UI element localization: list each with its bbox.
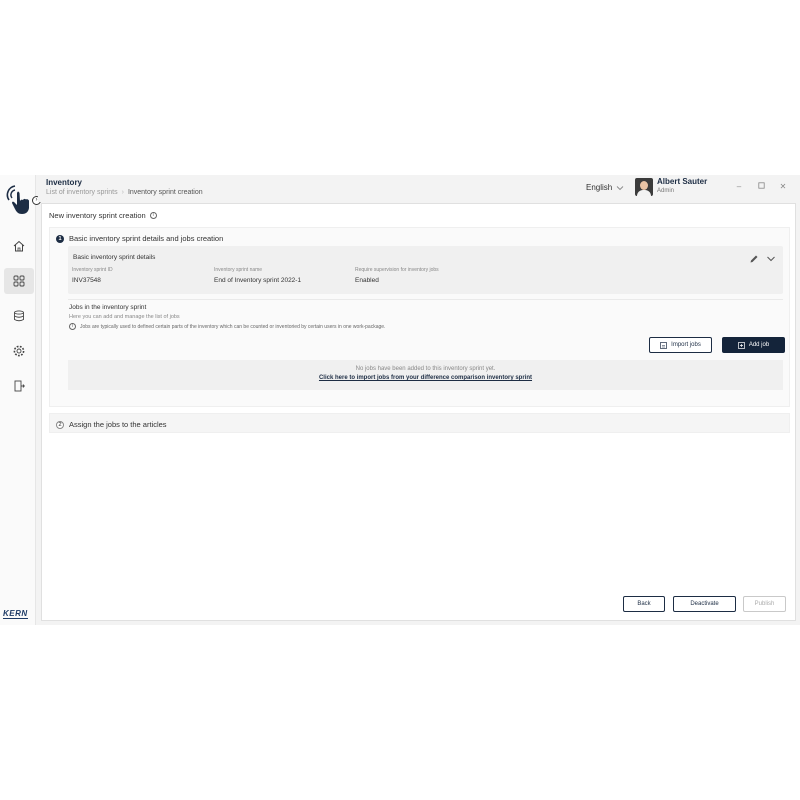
logout-icon [14, 380, 25, 392]
page-title: New inventory sprint creation i [49, 211, 157, 220]
chevron-right-icon: › [121, 189, 124, 196]
header: Inventory List of inventory sprints › In… [38, 175, 800, 202]
user-name: Albert Sauter [657, 177, 708, 186]
maximize-icon[interactable] [756, 182, 766, 192]
jobs-subtitle: Here you can add and manage the list of … [69, 314, 180, 320]
breadcrumb-item-current: Inventory sprint creation [127, 189, 203, 196]
app-window: › KERN Inventory List of inventory sprin… [0, 175, 800, 625]
sidebar-item-dashboard[interactable] [4, 268, 34, 294]
step-1-section: 1 Basic inventory sprint details and job… [49, 227, 790, 407]
database-icon [14, 310, 24, 322]
avatar[interactable] [635, 178, 653, 196]
step-1-number: 1 [56, 234, 64, 243]
jobs-title: Jobs in the inventory sprint [69, 304, 147, 311]
breadcrumb-item-list[interactable]: List of inventory sprints [46, 189, 118, 196]
step-2-header[interactable]: 2 Assign the jobs to the articles [56, 420, 167, 429]
sidebar-item-logout[interactable] [4, 373, 34, 399]
kern-logo: KERN [3, 609, 28, 619]
sidebar: › KERN [0, 175, 41, 625]
deactivate-button[interactable]: Deactivate [673, 596, 736, 612]
gear-icon [13, 345, 25, 357]
jobs-note: i Jobs are typically used to defined cer… [69, 323, 385, 330]
divider [68, 299, 783, 300]
breadcrumb: List of inventory sprints › Inventory sp… [46, 189, 203, 196]
sprint-details-panel: Basic inventory sprint details Inventory… [68, 246, 783, 294]
import-icon [660, 341, 668, 349]
chevron-down-icon [616, 185, 624, 190]
sidebar-item-home[interactable] [4, 233, 34, 259]
main-content: New inventory sprint creation i 1 Basic … [41, 203, 796, 621]
step-2-section[interactable]: 2 Assign the jobs to the articles [49, 413, 790, 433]
minimize-icon[interactable]: – [734, 182, 744, 192]
step-2-title: Assign the jobs to the articles [69, 420, 167, 429]
import-difference-link[interactable]: Click here to import jobs from your diff… [68, 375, 783, 381]
touch-hand-logo-icon [6, 185, 29, 214]
empty-jobs-state: No jobs have been added to this inventor… [68, 360, 783, 390]
import-jobs-button[interactable]: Import jobs [649, 337, 712, 353]
sidebar-item-database[interactable] [4, 303, 34, 329]
user-role: Admin [657, 188, 675, 194]
app-title: Inventory [46, 178, 83, 187]
step-2-number: 2 [56, 420, 64, 429]
sidebar-item-settings[interactable] [4, 338, 34, 364]
add-icon [737, 341, 745, 349]
step-1-header[interactable]: 1 Basic inventory sprint details and job… [56, 234, 223, 243]
step-1-title: Basic inventory sprint details and jobs … [69, 234, 224, 243]
field-supervision: Require supervision for inventory jobs E… [355, 267, 439, 284]
edit-pencil-icon[interactable] [749, 254, 759, 264]
details-title: Basic inventory sprint details [73, 254, 156, 261]
close-icon[interactable]: ✕ [778, 182, 788, 192]
add-job-button[interactable]: Add job [722, 337, 785, 353]
language-value: English [586, 183, 613, 192]
info-icon[interactable]: i [149, 212, 157, 219]
field-sprint-id: Inventory sprint ID INV37548 [72, 267, 113, 284]
back-button[interactable]: Back [623, 596, 665, 612]
empty-jobs-text: No jobs have been added to this inventor… [355, 366, 496, 372]
chevron-down-icon[interactable] [766, 254, 776, 264]
info-icon: i [69, 323, 76, 330]
language-selector[interactable]: English [586, 183, 624, 192]
home-icon [13, 240, 25, 252]
publish-button[interactable]: Publish [743, 596, 786, 612]
grid-icon [13, 275, 25, 287]
field-sprint-name: Inventory sprint name End of Inventory s… [214, 267, 302, 284]
